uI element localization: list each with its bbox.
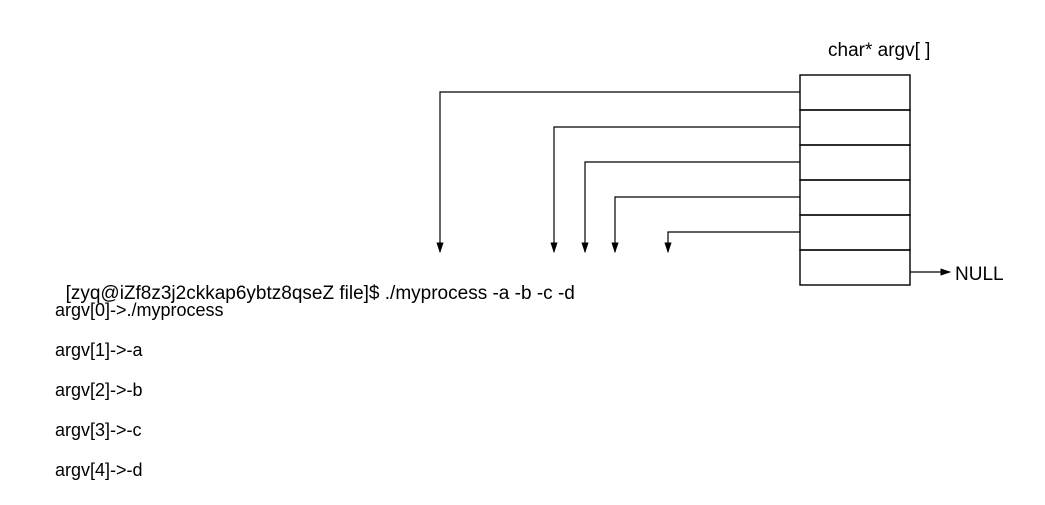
argv-line-0: argv[0]->./myprocess <box>55 300 224 322</box>
argv-line-1: argv[1]->-a <box>55 340 143 362</box>
argv-cell-0 <box>800 75 910 110</box>
argv-cell-3 <box>800 180 910 215</box>
command-line: [zyq@iZf8z3j2ckkap6ybtz8qseZ file]$ ./my… <box>55 260 575 306</box>
arrow-argv1-to-a <box>554 127 800 252</box>
command-executable: ./myprocess <box>385 283 487 304</box>
command-arg-2: -c <box>537 283 553 304</box>
argv-line-2: argv[2]->-b <box>55 380 143 402</box>
command-arg-0: -a <box>492 283 509 304</box>
arrow-argv3-to-c <box>615 197 800 252</box>
arrow-argv0-to-myprocess <box>440 92 800 252</box>
argv-array-box <box>800 75 910 285</box>
command-arg-1: -b <box>515 283 532 304</box>
argv-cell-1 <box>800 110 910 145</box>
command-arg-3: -d <box>558 283 575 304</box>
argv-cell-2 <box>800 145 910 180</box>
argv-cell-5 <box>800 250 910 285</box>
arrow-argv4-to-d <box>668 232 800 252</box>
argv-line-4: argv[4]->-d <box>55 460 143 482</box>
argv-array-title: char* argv[ ] <box>828 40 930 63</box>
argv-cell-4 <box>800 215 910 250</box>
argv-line-3: argv[3]->-c <box>55 420 142 442</box>
arrow-argv2-to-b <box>585 162 800 252</box>
null-label: NULL <box>955 264 1004 287</box>
diagram-svg <box>0 0 1045 505</box>
